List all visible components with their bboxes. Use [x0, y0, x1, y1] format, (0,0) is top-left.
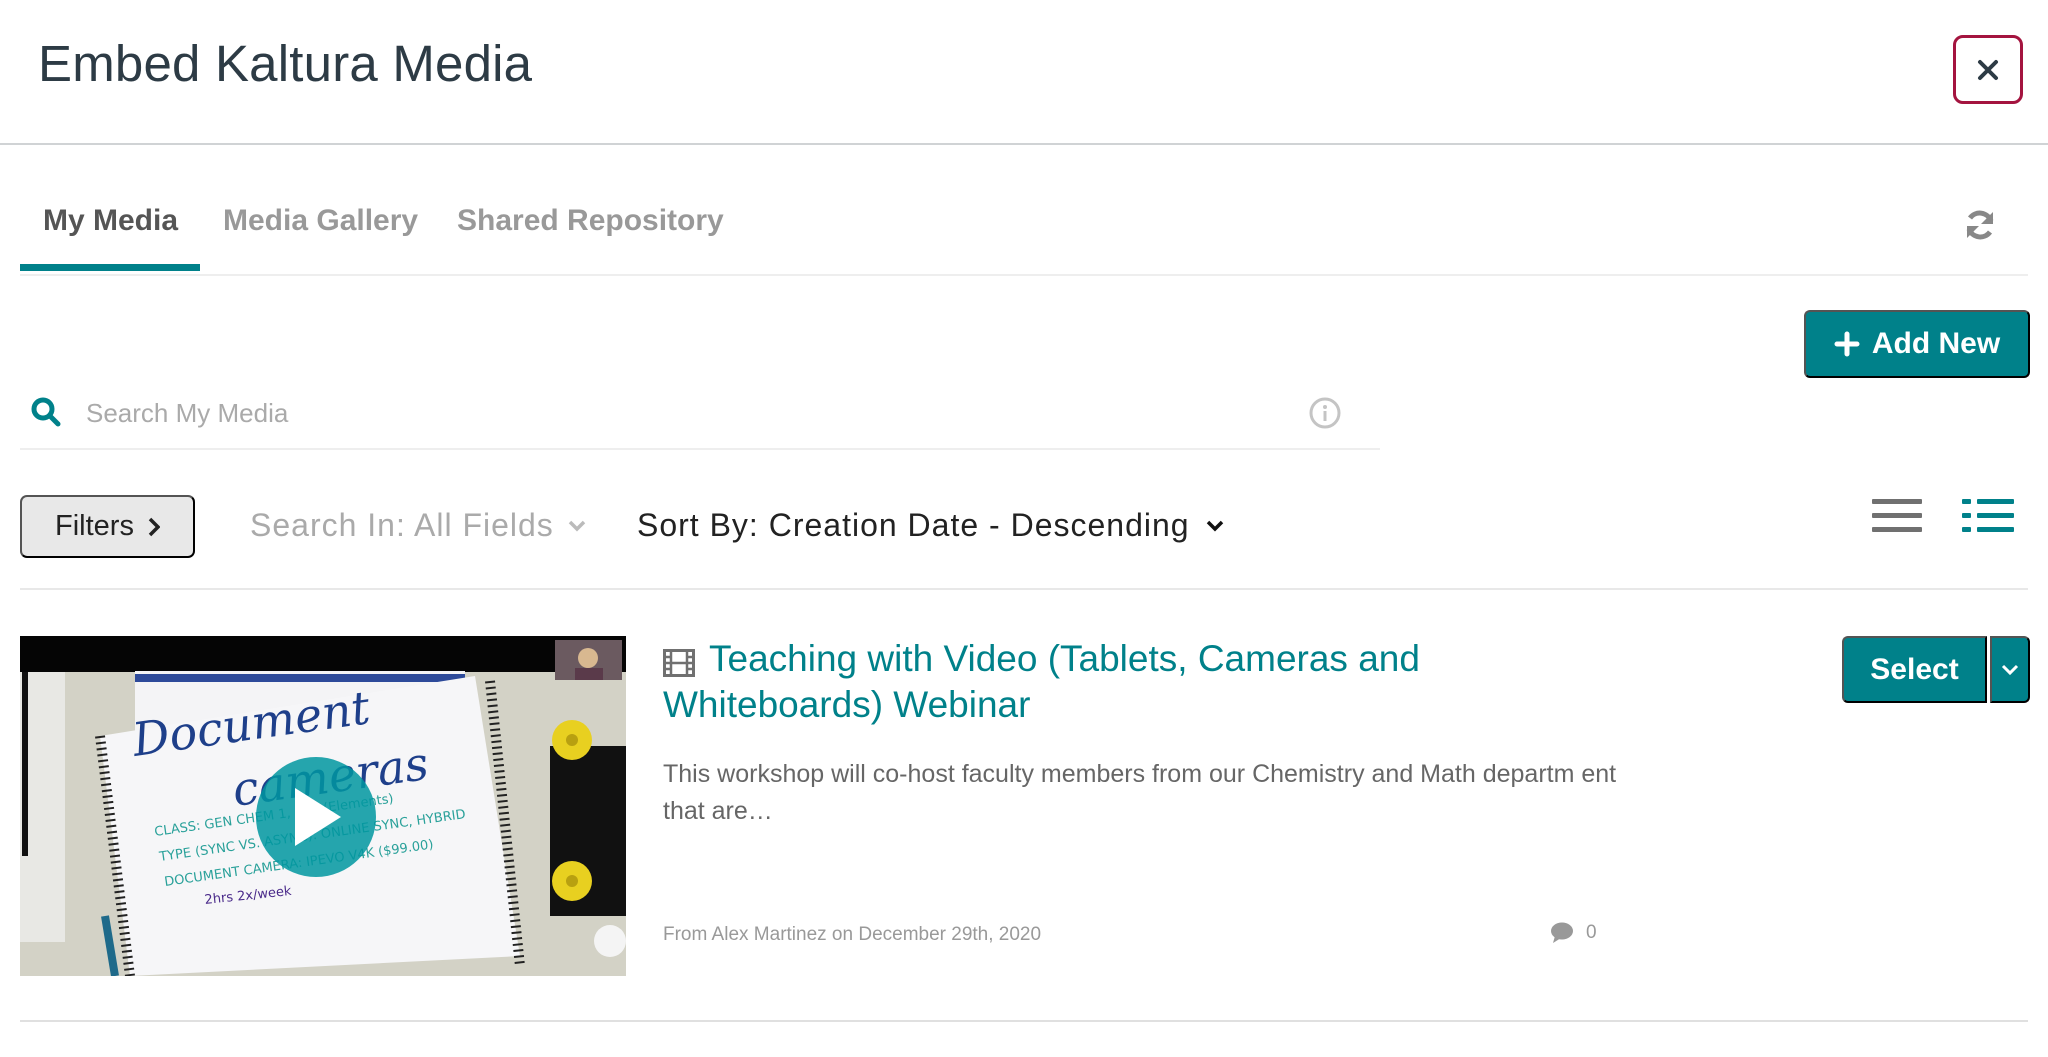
refresh-icon[interactable] [1962, 207, 1998, 243]
detailed-list-icon[interactable] [1960, 495, 2016, 539]
info-icon[interactable] [1308, 396, 1342, 430]
tab-my-media[interactable]: My Media [43, 204, 178, 238]
close-icon [1978, 59, 1998, 80]
media-entry: Document cameras CLASS: GEN CHEM 1, 2, 3… [20, 636, 2030, 1022]
search-input[interactable] [86, 390, 1286, 436]
filter-row: Filters Search In: All Fields Sort By: C… [20, 495, 2028, 590]
sort-by-dropdown[interactable]: Sort By: Creation Date - Descending [637, 507, 1224, 544]
add-new-button[interactable]: Add New [1804, 310, 2030, 378]
sort-by-label: Sort By: Creation Date - Descending [637, 507, 1190, 543]
plus-icon [1834, 331, 1860, 357]
filters-button[interactable]: Filters [20, 495, 195, 558]
chevron-right-icon [148, 517, 160, 536]
add-new-label: Add New [1871, 327, 2001, 360]
modal-header: Embed Kaltura Media [0, 0, 2048, 145]
media-thumbnail[interactable]: Document cameras CLASS: GEN CHEM 1, 2, 3… [20, 636, 626, 976]
play-button[interactable] [256, 757, 376, 877]
search-in-dropdown[interactable]: Search In: All Fields [250, 507, 586, 544]
search-bar [20, 378, 1380, 450]
filters-label: Filters [55, 510, 134, 542]
close-button[interactable] [1953, 35, 2023, 104]
select-options-dropdown[interactable] [1990, 636, 2030, 703]
media-title-link[interactable]: Teaching with Video (Tablets, Cameras an… [663, 636, 1483, 728]
select-button[interactable]: Select [1842, 636, 1987, 703]
chevron-down-icon [1206, 520, 1223, 531]
list-icon[interactable] [1870, 495, 1926, 539]
chevron-down-icon [2001, 664, 2019, 675]
chevron-down-icon [568, 520, 586, 531]
select-button-group: Select [1842, 636, 2030, 703]
media-tabs: My Media Media Gallery Shared Repository [20, 196, 2028, 276]
modal-title: Embed Kaltura Media [38, 35, 533, 92]
active-tab-indicator [20, 264, 200, 271]
comment-count-value: 0 [1586, 922, 1597, 943]
media-meta: From Alex Martinez on December 29th, 202… [663, 924, 1042, 945]
tab-media-gallery[interactable]: Media Gallery [223, 204, 418, 238]
search-icon [31, 397, 61, 427]
tab-shared-repository[interactable]: Shared Repository [457, 204, 724, 238]
comments-count: 0 [1550, 922, 1597, 944]
play-icon [295, 788, 341, 846]
media-description: This workshop will co-host faculty membe… [663, 760, 1617, 825]
search-in-label: Search In: All Fields [250, 507, 554, 543]
comment-icon [1551, 922, 1573, 943]
